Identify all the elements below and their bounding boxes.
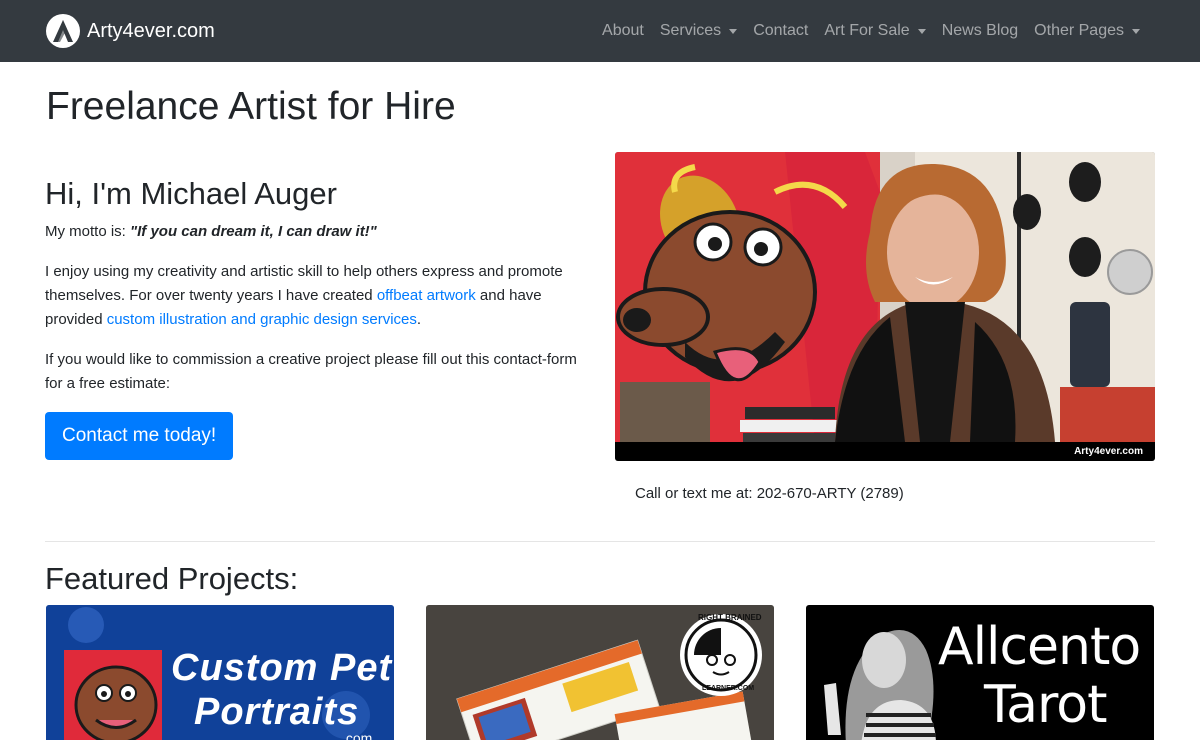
nav-news-blog[interactable]: News Blog (934, 22, 1026, 40)
right-brained-badge-top: RIGHT BRAINED (698, 613, 762, 622)
contact-me-button[interactable]: Contact me today! (45, 412, 234, 461)
motto-prefix: My motto is: (45, 223, 131, 241)
nav-contact[interactable]: Contact (745, 22, 816, 40)
featured-projects-heading: Featured Projects: (45, 561, 299, 596)
illustration-services-link[interactable]: custom illustration and graphic design s… (107, 311, 417, 328)
chevron-down-icon (1132, 29, 1140, 34)
nav-contact-label: Contact (753, 22, 809, 39)
pet-card-title-2: Portraits (194, 691, 360, 733)
phone-line: Call or text me at: 202-670-ARTY (2789) (635, 485, 904, 502)
p1-text-3: . (416, 311, 422, 329)
intro-paragraph-2: If you would like to commission a creati… (45, 351, 577, 393)
intro-heading: Hi, I'm Michael Auger (45, 176, 337, 211)
right-brained-badge-bottom: LEARNER.COM (702, 685, 755, 692)
brand-link[interactable]: Arty4ever.com (46, 13, 215, 49)
pet-card-suffix: .com (342, 730, 373, 740)
motto-quote: "If you can dream it, I can draw it!" (130, 223, 377, 241)
project-card-pet-portraits[interactable]: Custom Pet Portraits .com (46, 605, 394, 740)
project-card-allcento-tarot[interactable]: Allcento Tarot (806, 605, 1154, 740)
nav-art-for-sale-label: Art For Sale (824, 22, 910, 39)
nav-other-pages[interactable]: Other Pages (1026, 22, 1148, 40)
tarot-card-title-2: Tarot (984, 675, 1107, 735)
brand-name: Arty4ever.com (87, 20, 215, 42)
nav-art-for-sale[interactable]: Art For Sale (816, 22, 933, 40)
pet-card-title-1: Custom Pet (171, 647, 393, 689)
arty4ever-logo-icon (46, 14, 80, 48)
artist-photo: Arty4ever.com (615, 152, 1155, 461)
project-card-right-brained[interactable]: RIGHT BRAINED LEARNER.COM (426, 605, 774, 740)
nav-about-label: About (602, 22, 644, 39)
artist-photo-illustration (615, 152, 1155, 461)
tarot-card-title-1: Allcento (938, 617, 1141, 677)
chevron-down-icon (729, 29, 738, 34)
page-title: Freelance Artist for Hire (46, 85, 456, 128)
intro-section: Hi, I'm Michael Auger My motto is: "If y… (45, 175, 585, 461)
chevron-down-icon (917, 29, 926, 34)
navbar: Arty4ever.com About Services Contact Art… (0, 0, 1200, 62)
photo-watermark: Arty4ever.com (1074, 446, 1143, 457)
nav-about[interactable]: About (594, 22, 652, 40)
business-cards-thumbnail (426, 605, 774, 740)
section-divider (45, 541, 1155, 542)
nav-other-pages-label: Other Pages (1034, 22, 1124, 39)
nav-services-label: Services (659, 22, 722, 39)
nav-news-blog-label: News Blog (941, 22, 1019, 39)
offbeat-artwork-link[interactable]: offbeat artwork (377, 287, 476, 304)
nav-services[interactable]: Services (652, 22, 745, 40)
intro-paragraph-1: I enjoy using my creativity and artistic… (45, 260, 585, 332)
motto: My motto is: "If you can dream it, I can… (45, 220, 585, 244)
main-nav: About Services Contact Art For Sale News… (594, 0, 1148, 62)
